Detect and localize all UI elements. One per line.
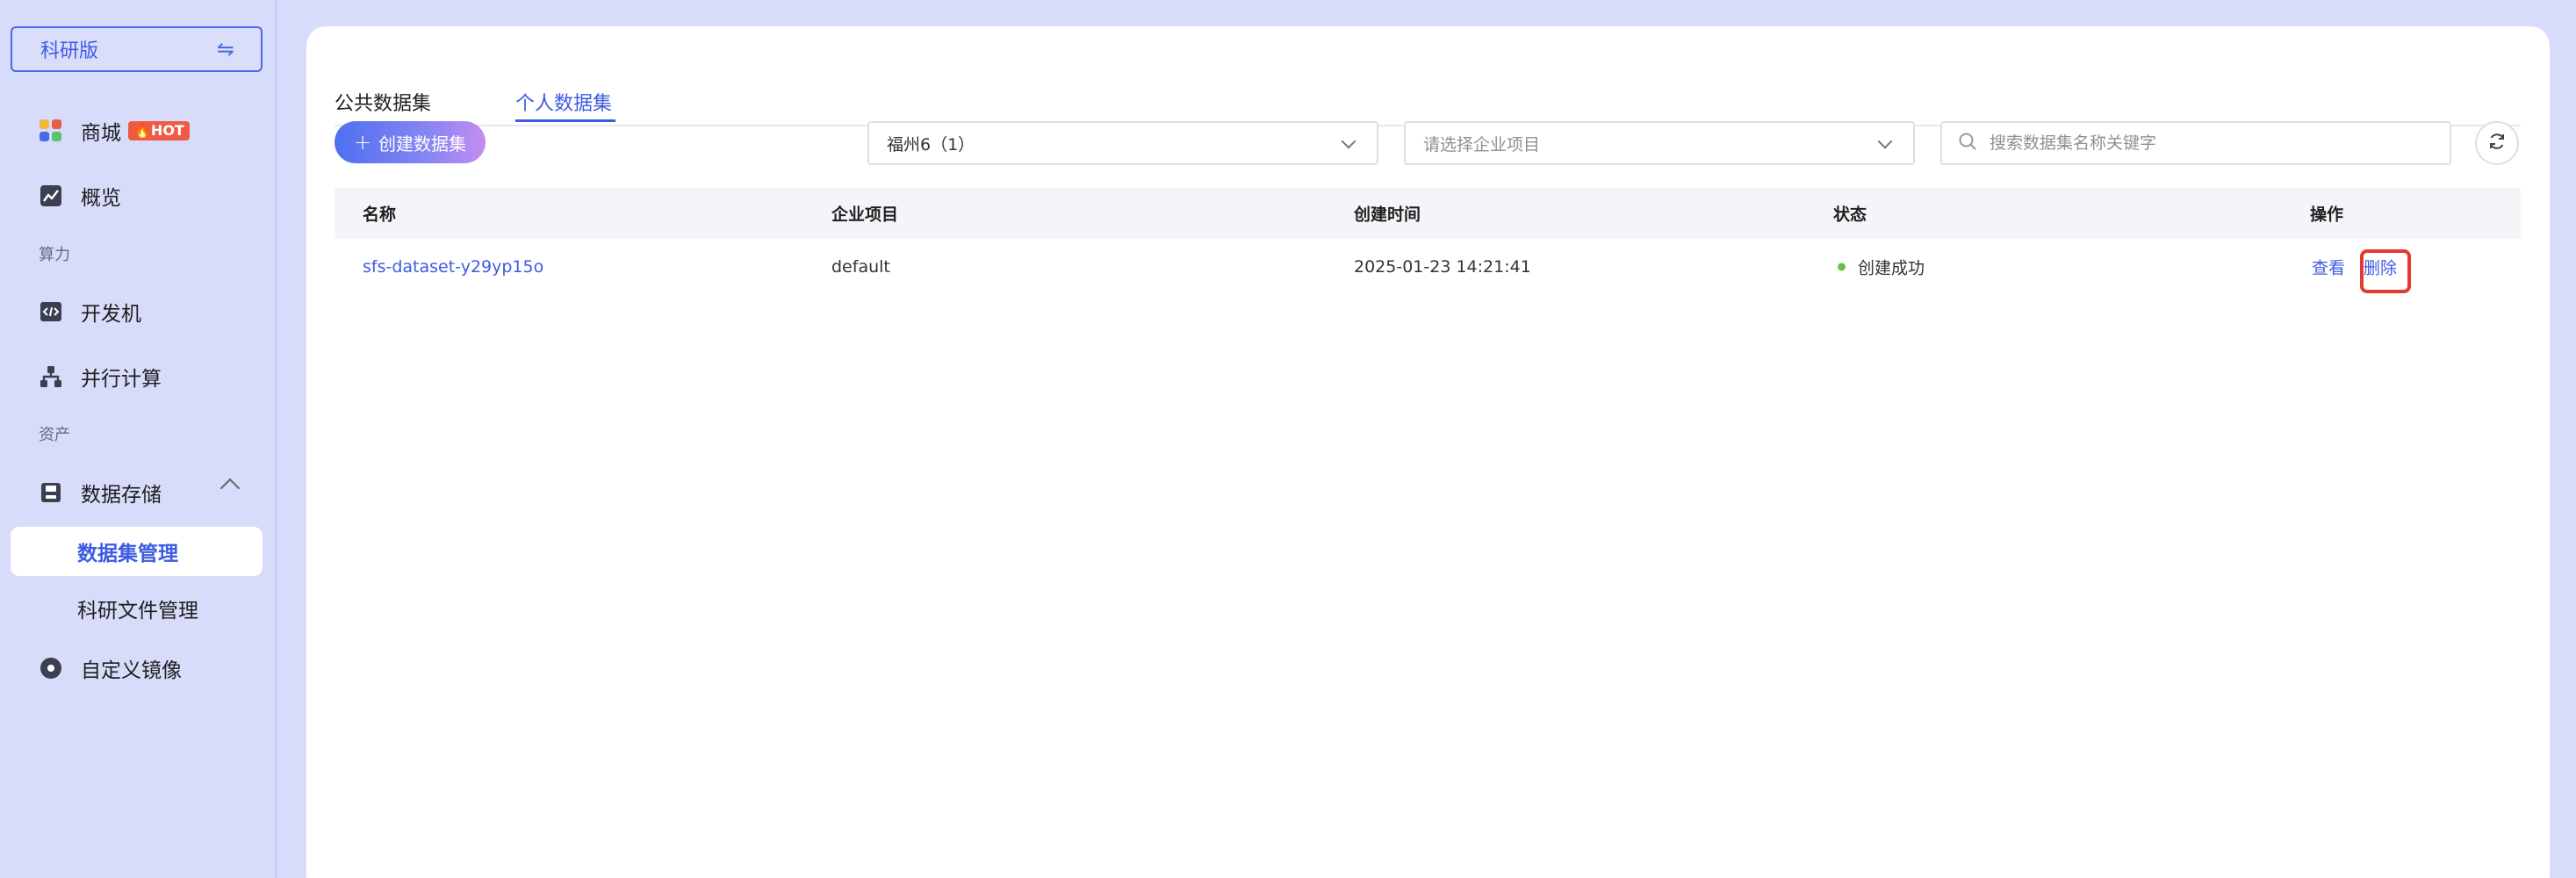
dataset-created-time: 2025-01-23 14:21:41 [1354, 257, 1531, 277]
tab-personal-datasets[interactable]: 个人数据集 [515, 88, 612, 116]
plus-icon: + [353, 130, 372, 155]
submenu-item-label: 数据集管理 [77, 543, 178, 565]
section-label-assets: 资产 [39, 426, 70, 444]
sidebar-item-label: 自定义镜像 [81, 659, 182, 682]
dataset-status: 创建成功 [1838, 255, 1925, 279]
submenu-item-label: 科研文件管理 [77, 600, 198, 623]
sidebar-item-label: 商城 [81, 122, 121, 145]
hierarchy-icon [39, 364, 63, 389]
refresh-icon [2487, 132, 2507, 155]
sidebar-item-label: 并行计算 [81, 368, 162, 391]
sidebar-item-storage[interactable]: 数据存储 [39, 478, 162, 507]
region-select[interactable]: 福州6（1） [867, 121, 1378, 165]
create-dataset-label: 创建数据集 [378, 133, 467, 155]
column-header-status: 状态 [1833, 205, 1867, 225]
sidebar-item-parallel[interactable]: 并行计算 [39, 362, 162, 392]
dataset-project: default [831, 257, 890, 277]
column-header-project: 企业项目 [831, 205, 899, 225]
section-label-compute: 算力 [39, 246, 70, 264]
sidebar-item-overview[interactable]: 概览 [39, 181, 121, 211]
chevron-down-icon [1877, 133, 1893, 149]
column-header-actions: 操作 [2310, 205, 2344, 225]
disc-icon [39, 656, 63, 680]
submenu-item-dataset-management[interactable]: 数据集管理 [11, 527, 263, 576]
sidebar-item-label: 数据存储 [81, 484, 162, 507]
dataset-tabs: 公共数据集 个人数据集 [335, 58, 2521, 126]
app-root: 科研版 ⇋ 商城 🔥HOT 概览 算力 开发机 并行计算 资产 数据存储 数据集… [0, 0, 2576, 878]
sidebar-item-mall[interactable]: 商城 🔥HOT [39, 116, 190, 146]
sidebar-item-label: 概览 [81, 187, 121, 210]
sidebar-item-devbox[interactable]: 开发机 [39, 297, 141, 327]
storage-icon [39, 480, 63, 505]
chevron-down-icon [1341, 133, 1356, 149]
create-dataset-button[interactable]: + 创建数据集 [335, 121, 486, 163]
search-input[interactable] [1990, 133, 2428, 153]
edition-label: 科研版 [40, 40, 99, 62]
delete-highlight-box [2360, 249, 2411, 293]
dataset-name-link[interactable]: sfs-dataset-y29yp15o [363, 257, 543, 277]
search-icon [1958, 132, 1977, 155]
hot-badge: 🔥HOT [128, 121, 190, 140]
table-header: 名称 企业项目 创建时间 状态 操作 [335, 188, 2521, 239]
active-tab-indicator [515, 119, 615, 122]
swap-icon: ⇋ [216, 37, 234, 61]
chart-line-icon [39, 184, 63, 208]
project-select[interactable]: 请选择企业项目 [1404, 121, 1915, 165]
apps-grid-icon [39, 119, 63, 143]
fire-icon: 🔥 [133, 122, 151, 139]
chevron-up-icon[interactable] [219, 478, 241, 499]
search-box [1940, 121, 2451, 165]
code-window-icon [39, 299, 63, 324]
tab-public-datasets[interactable]: 公共数据集 [335, 88, 431, 116]
project-select-placeholder: 请选择企业项目 [1423, 134, 1541, 155]
table-row: sfs-dataset-y29yp15o default 2025-01-23 … [335, 239, 2521, 295]
refresh-button[interactable] [2475, 121, 2519, 165]
submenu-item-research-files[interactable]: 科研文件管理 [77, 594, 198, 623]
status-text: 创建成功 [1858, 258, 1925, 278]
main-card: 公共数据集 个人数据集 + 创建数据集 福州6（1） 请选择企业项目 搜索数据集… [306, 26, 2550, 878]
sidebar-item-custom-image[interactable]: 自定义镜像 [39, 653, 182, 683]
edition-switch-button[interactable]: 科研版 ⇋ [11, 26, 263, 72]
sidebar: 科研版 ⇋ 商城 🔥HOT 概览 算力 开发机 并行计算 资产 数据存储 数据集… [0, 0, 277, 878]
column-header-created: 创建时间 [1354, 205, 1421, 225]
region-select-value: 福州6（1） [887, 134, 975, 155]
status-success-dot [1838, 263, 1846, 271]
hot-badge-text: HOT [150, 122, 184, 139]
column-header-name: 名称 [363, 205, 397, 225]
sidebar-item-label: 开发机 [81, 303, 141, 326]
view-link[interactable]: 查看 [2312, 255, 2345, 279]
